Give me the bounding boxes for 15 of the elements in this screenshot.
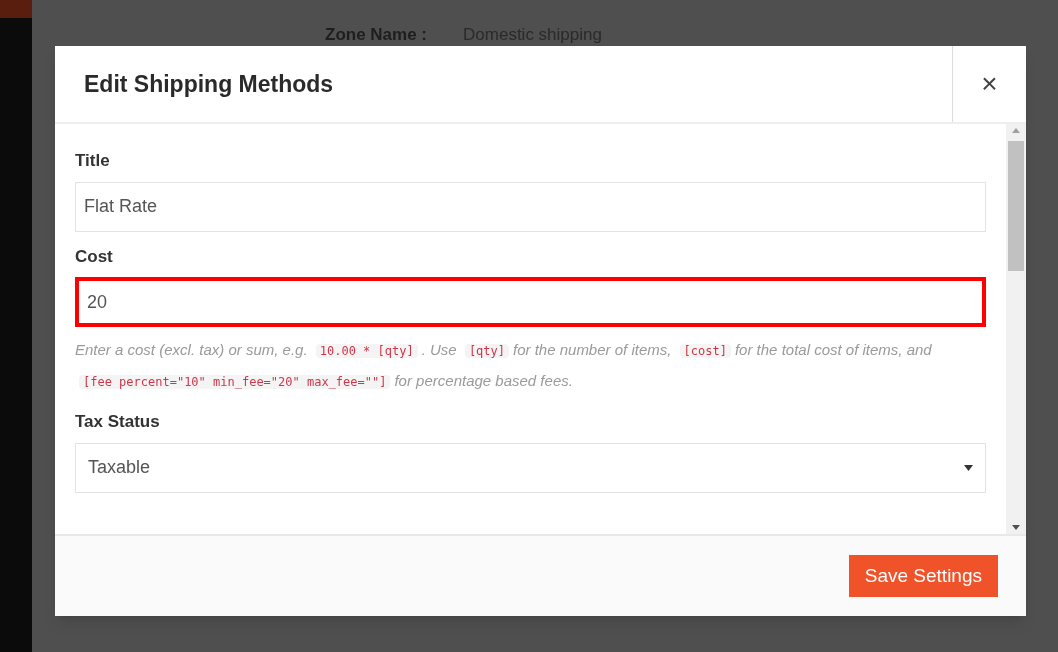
caret-icon bbox=[964, 464, 973, 471]
scroll-down-icon[interactable] bbox=[1012, 525, 1020, 530]
field-label: Title bbox=[75, 150, 111, 172]
close-button[interactable]: × bbox=[952, 46, 1026, 122]
scroll-up-icon[interactable] bbox=[1012, 128, 1020, 133]
save-settings-button[interactable]: Save Settings bbox=[848, 555, 998, 597]
scrollbar[interactable] bbox=[1006, 124, 1026, 534]
field-label: Cost bbox=[75, 245, 114, 268]
tax-status-select[interactable]: Taxable bbox=[75, 442, 986, 493]
help-text: Enter a cost (excl. tax) or sum, e.g. 10.00 * [qty] . Use [qty] for the number of items, [cost] for the total cost of items, and [fee percent="10" min_fee="20" max_fee=""] for percentage based fees. bbox=[75, 340, 933, 391]
input-field[interactable]: Flat Rate bbox=[75, 181, 986, 232]
dialog-title: Edit Shipping Methods bbox=[83, 69, 335, 99]
sidebar-accent bbox=[0, 0, 32, 18]
input-field[interactable]: 20 bbox=[75, 277, 986, 327]
field-label: Tax Status bbox=[75, 411, 161, 433]
